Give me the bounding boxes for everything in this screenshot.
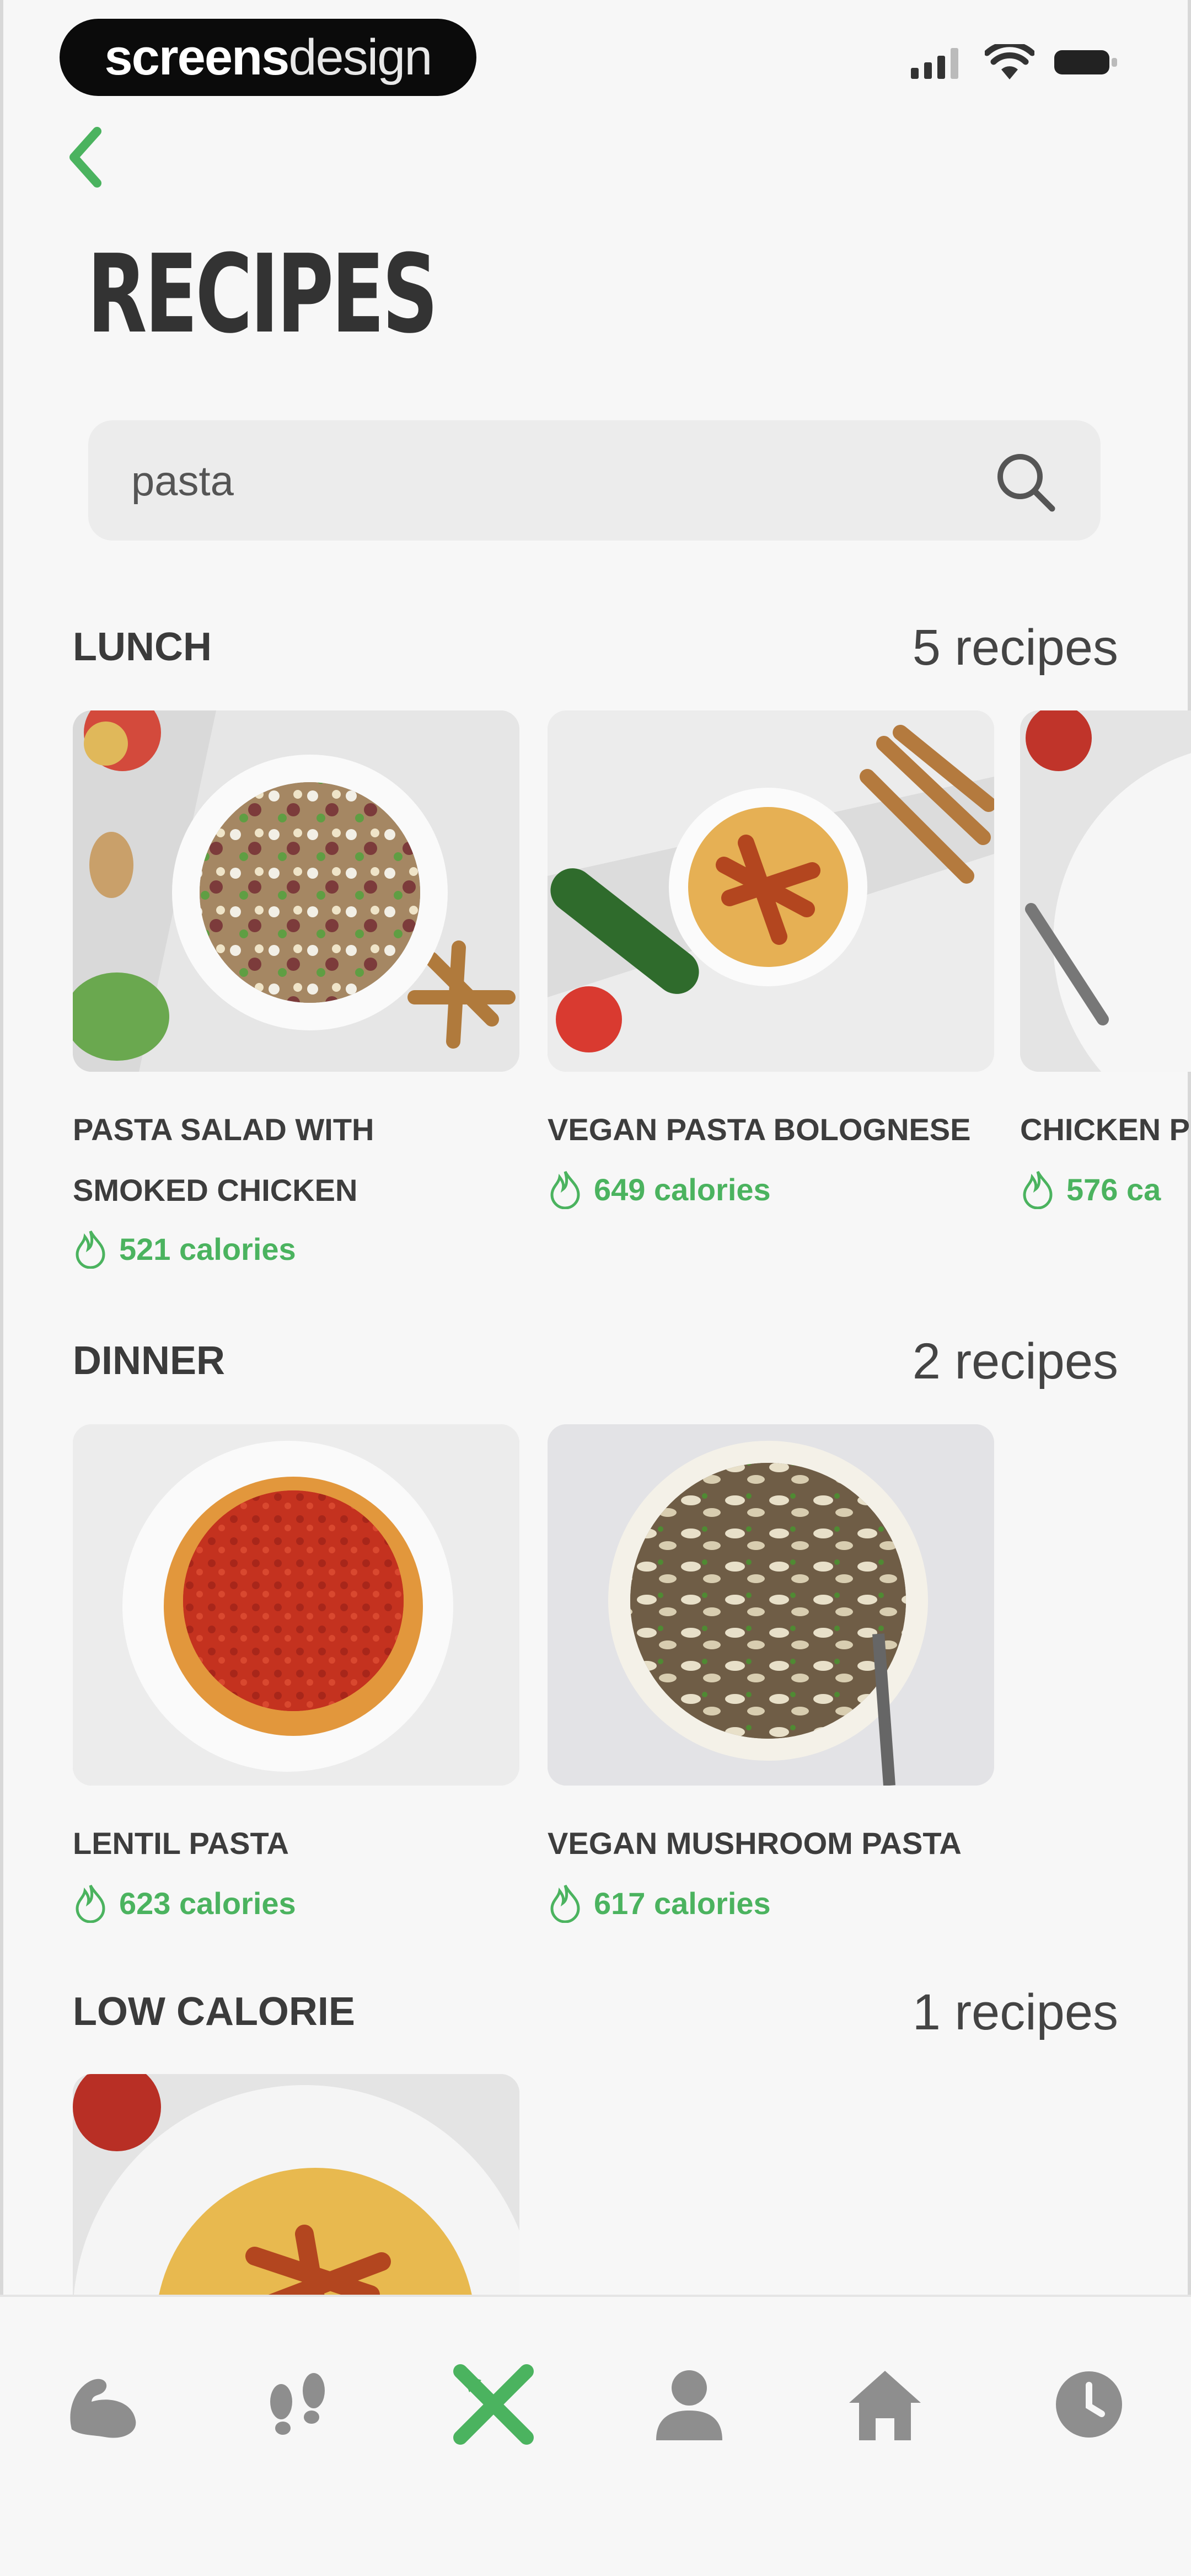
recipe-image[interactable] (1020, 710, 1191, 1072)
flame-icon (550, 1171, 580, 1209)
calories-label: 617 calories (548, 1883, 771, 1923)
flame-icon (1023, 1171, 1053, 1209)
recipe-name: LENTIL PASTA (73, 1826, 289, 1861)
search-input[interactable] (131, 442, 958, 520)
person-icon (656, 2370, 722, 2440)
recipe-card[interactable]: VEGAN PASTA BOLOGNESE 649 calories (548, 710, 994, 1223)
section-header-low-calorie: LOW CALORIE 1 recipes (73, 1981, 1118, 2042)
calories-label: 623 calories (73, 1883, 296, 1923)
footsteps-icon (270, 2373, 325, 2435)
recipe-image[interactable] (73, 2074, 519, 2295)
search-icon[interactable] (991, 448, 1058, 514)
flame-icon (550, 1884, 580, 1923)
fork-knife-cross-icon (453, 2364, 534, 2445)
section-header-lunch: LUNCH 5 recipes (73, 617, 1118, 677)
recipe-card[interactable]: PASTA SALAD WITH SMOKED CHICKEN 521 calo… (73, 710, 519, 1284)
home-icon (849, 2371, 921, 2440)
recipe-image[interactable] (73, 1424, 519, 1786)
section-header-dinner: DINNER 2 recipes (73, 1330, 1118, 1391)
bottom-tab-bar (0, 2295, 1191, 2576)
recipe-card[interactable]: VEGAN MUSHROOM PASTA 617 calories (548, 1424, 994, 1937)
back-button[interactable] (55, 121, 116, 193)
wifi-icon (985, 44, 1034, 79)
tab-home[interactable] (838, 2358, 932, 2451)
section-count[interactable]: 5 recipes (913, 619, 1118, 677)
flame-icon (76, 1230, 105, 1269)
recipe-name: VEGAN PASTA BOLOGNESE (548, 1112, 971, 1147)
tab-activity[interactable] (251, 2358, 345, 2451)
history-clock-icon (1056, 2371, 1122, 2438)
flexed-arm-icon (70, 2379, 136, 2438)
calories-label: 649 calories (548, 1169, 771, 1209)
status-bar: screens design (0, 0, 1191, 110)
tab-history[interactable] (1042, 2358, 1136, 2451)
tab-strength[interactable] (55, 2358, 149, 2451)
brand-logo: screens design (60, 19, 476, 96)
section-title: LUNCH (73, 625, 212, 669)
battery-icon (1054, 50, 1117, 74)
signal-icon (911, 48, 958, 79)
recipe-image[interactable] (548, 710, 994, 1072)
search-bar[interactable] (88, 420, 1101, 541)
flame-icon (76, 1884, 105, 1923)
recipe-name: CHICKEN P (1020, 1112, 1190, 1147)
recipe-card[interactable]: CHICKEN P 576 ca (1020, 710, 1191, 1223)
tab-profile[interactable] (642, 2358, 736, 2451)
recipe-image[interactable] (73, 710, 519, 1072)
calories-label: 576 ca (1020, 1169, 1161, 1209)
section-count[interactable]: 2 recipes (913, 1333, 1118, 1391)
page-title: RECIPES (87, 232, 438, 357)
recipe-image[interactable] (548, 1424, 994, 1786)
calories-label: 521 calories (73, 1229, 296, 1269)
section-title: LOW CALORIE (73, 1990, 355, 2034)
recipe-name: PASTA SALAD WITH (73, 1112, 374, 1147)
recipe-name: VEGAN MUSHROOM PASTA (548, 1826, 962, 1861)
chevron-left-icon (69, 127, 101, 188)
recipe-card[interactable] (73, 2074, 519, 2295)
recipe-name-line2: SMOKED CHICKEN (73, 1173, 358, 1207)
status-icons (911, 44, 1119, 81)
section-title: DINNER (73, 1339, 226, 1383)
recipe-card[interactable]: LENTIL PASTA 623 calories (73, 1424, 519, 1937)
section-count[interactable]: 1 recipes (913, 1984, 1118, 2041)
tab-recipes[interactable] (447, 2358, 540, 2451)
